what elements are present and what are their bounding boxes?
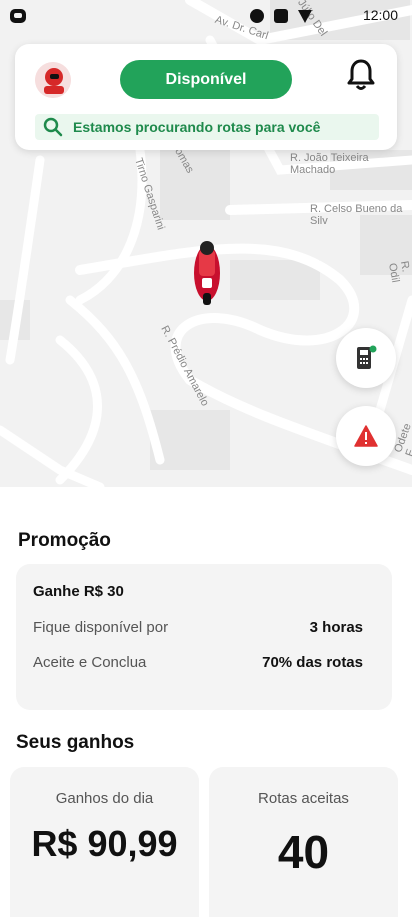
courier-marker-icon <box>194 241 220 305</box>
earnings-section-title: Seus ganhos <box>16 732 135 753</box>
street-label: R. Celso Bueno da Silv <box>310 203 403 227</box>
street-label: R. João Teixeira Machado <box>290 152 369 176</box>
promotion-title: Ganhe R$ 30 <box>33 583 124 600</box>
promotion-row: Aceite e Conclua 70% das rotas <box>33 654 363 671</box>
search-message: Estamos procurando rotas para você <box>73 119 321 135</box>
promotion-row-value: 3 horas <box>309 619 363 636</box>
courier-avatar-icon <box>35 62 71 98</box>
emergency-alert-button[interactable] <box>336 406 396 466</box>
promotion-section-title: Promoção <box>18 530 111 551</box>
promotion-row-value: 70% das rotas <box>262 654 363 671</box>
card-machine-icon <box>357 345 377 369</box>
accepted-routes-card[interactable]: Rotas aceitas 40 <box>209 767 398 917</box>
card-machine-button[interactable] <box>336 328 396 388</box>
daily-earnings-card[interactable]: Ganhos do dia R$ 90,99 <box>10 767 199 917</box>
search-icon <box>43 117 63 137</box>
warning-icon <box>354 425 378 447</box>
promotion-row-label: Aceite e Conclua <box>33 654 147 671</box>
daily-earnings-label: Ganhos do dia <box>55 790 154 807</box>
promotion-card[interactable]: Ganhe R$ 30 Fique disponível por 3 horas… <box>16 564 392 710</box>
availability-toggle-button[interactable]: Disponível <box>120 60 292 99</box>
street-label: R. Odil <box>386 260 412 284</box>
accepted-routes-label: Rotas aceitas <box>258 790 349 807</box>
square-icon <box>274 9 288 23</box>
promotion-row: Fique disponível por 3 horas <box>33 619 363 636</box>
wifi-icon <box>298 9 312 23</box>
app-icon <box>10 9 26 23</box>
promotion-row-label: Fique disponível por <box>33 619 169 636</box>
status-bar: 12:00 <box>0 0 412 32</box>
header-card: Disponível Estamos procurando rotas para… <box>15 44 397 150</box>
accepted-routes-value: 40 <box>277 826 330 878</box>
bell-icon[interactable] <box>345 58 377 92</box>
avatar[interactable] <box>35 62 71 98</box>
route-search-status: Estamos procurando rotas para você <box>35 114 379 140</box>
status-time: 12:00 <box>362 7 398 23</box>
circle-icon <box>250 9 264 23</box>
daily-earnings-value: R$ 90,99 <box>31 823 178 864</box>
